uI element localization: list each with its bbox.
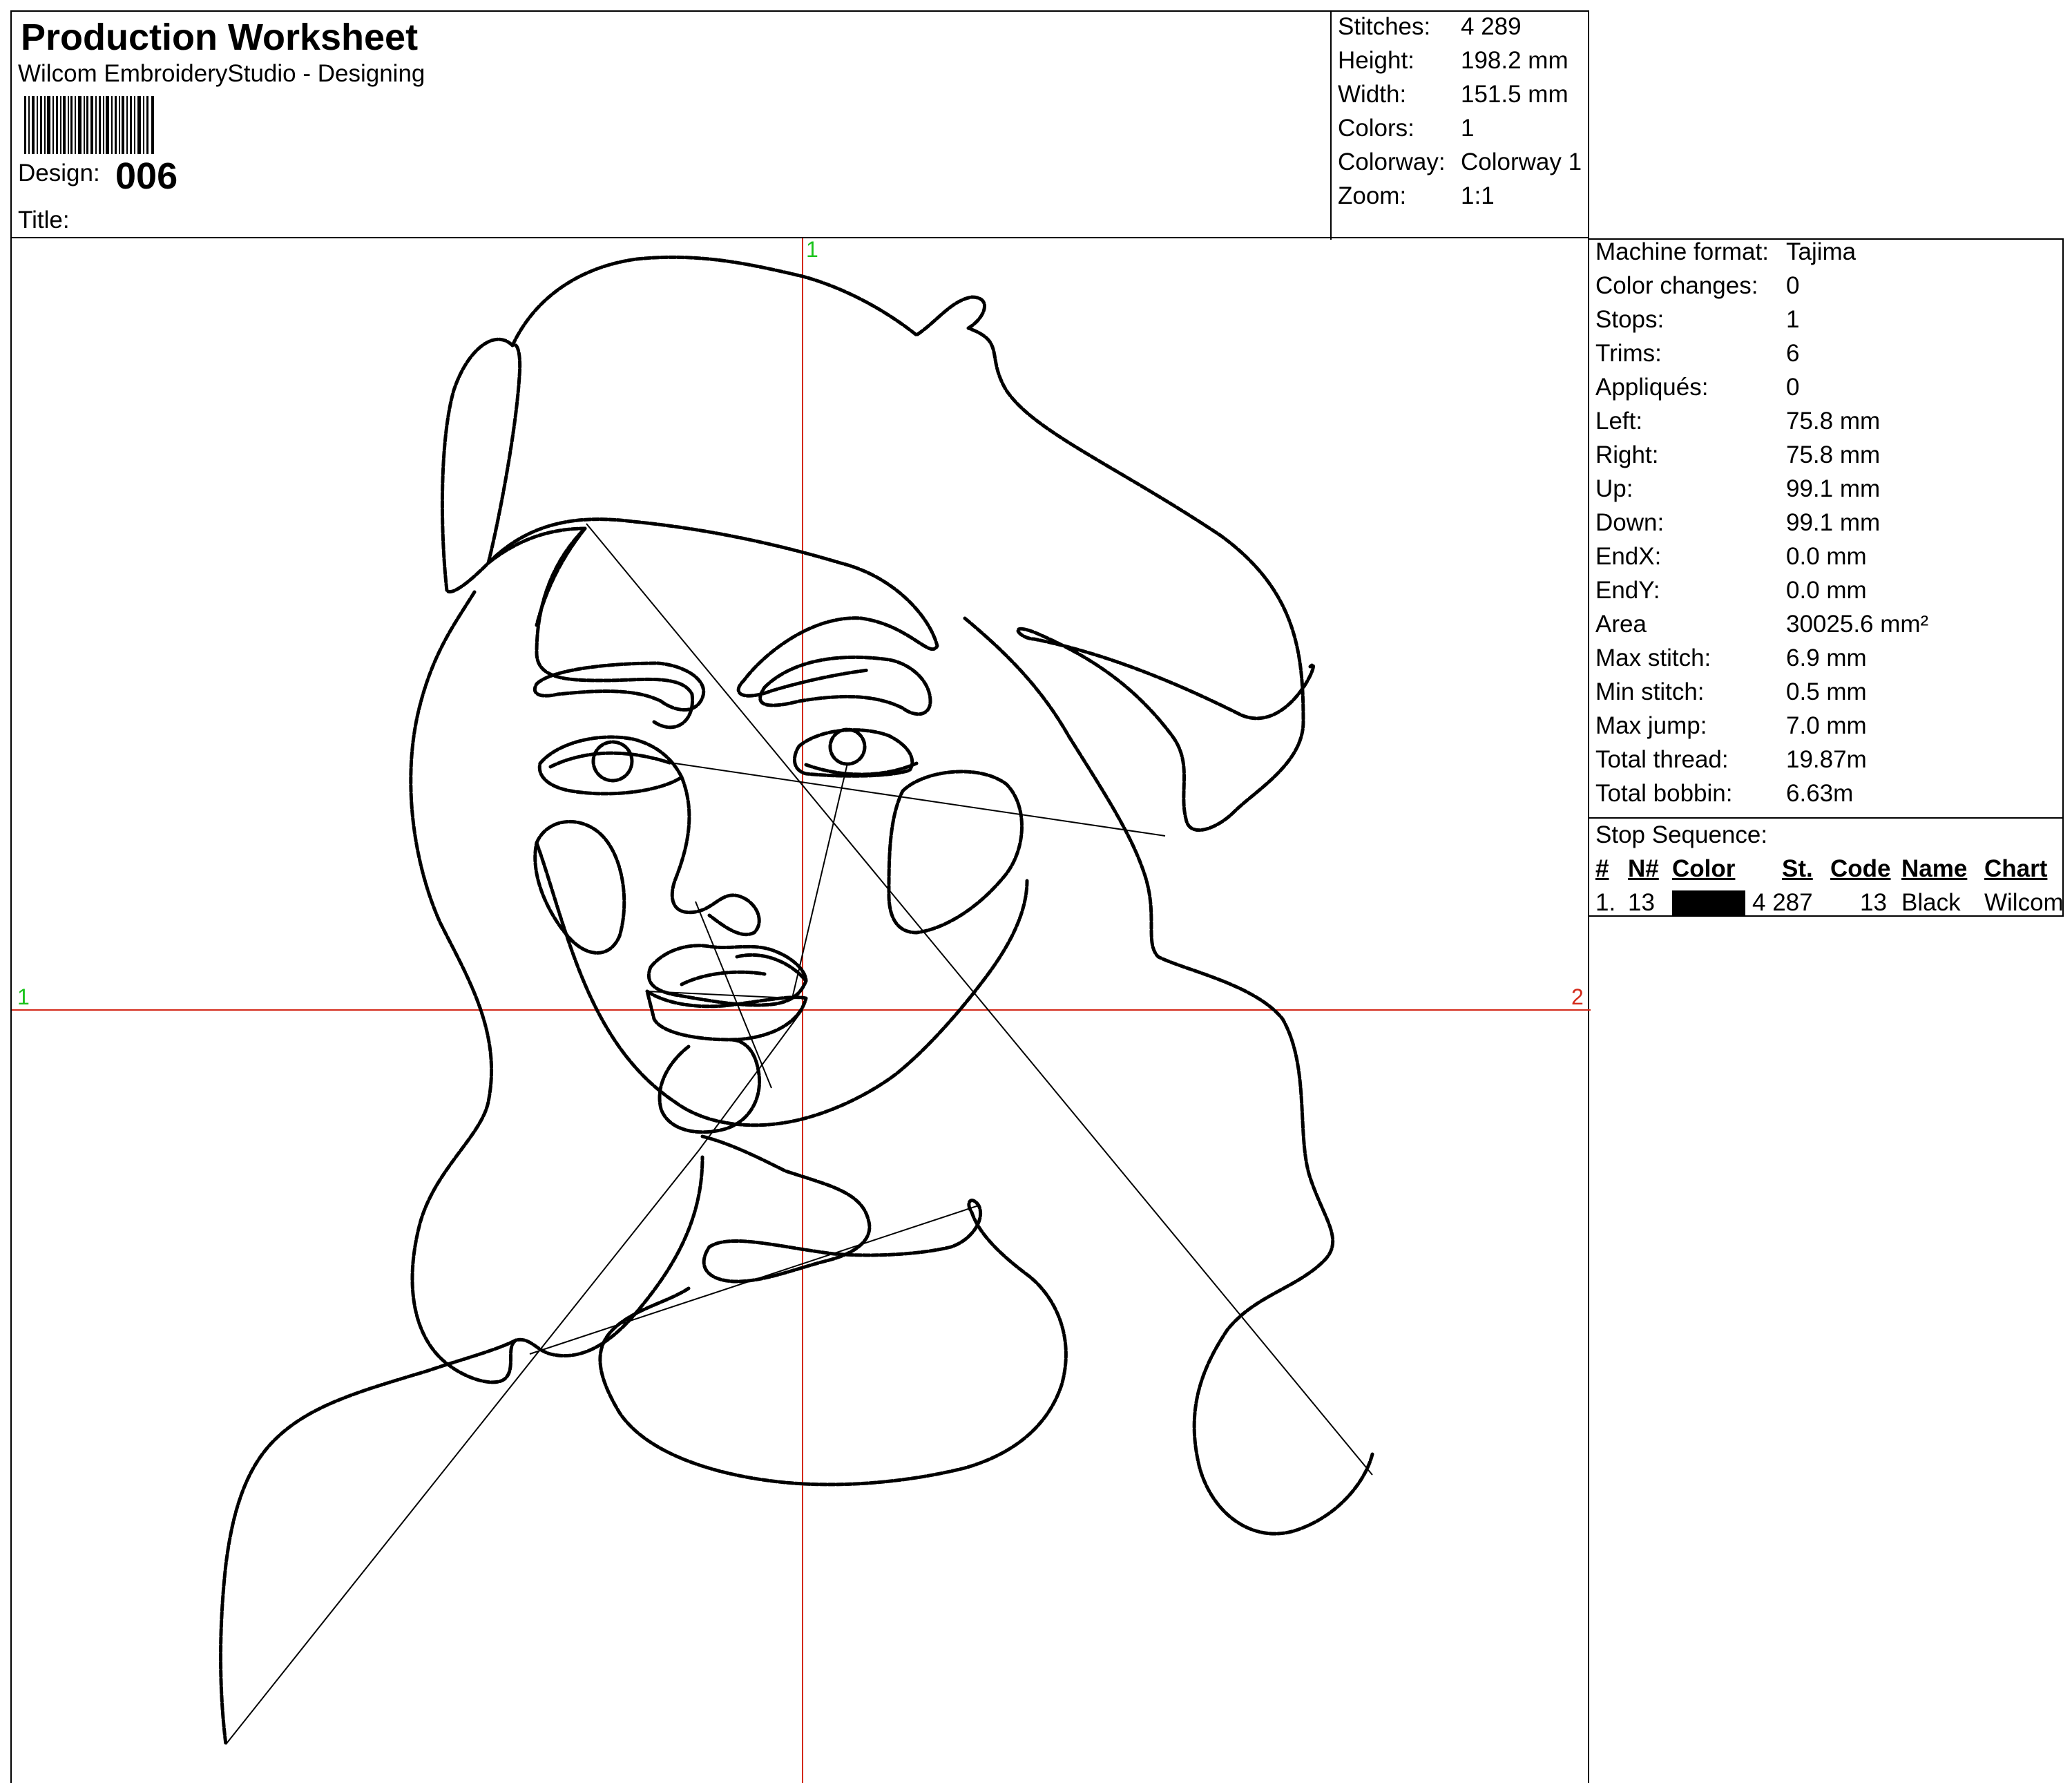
row-chart: Wilcom — [1984, 889, 2064, 916]
barcode-icon — [24, 96, 154, 154]
scarf-path — [598, 1134, 1068, 1487]
column-header: Chart — [1984, 855, 2048, 882]
machine-value: 0 — [1786, 374, 1800, 401]
machine-value: 19.87m — [1786, 746, 1867, 773]
axis-label-left: 1 — [17, 984, 30, 1009]
column-header: Name — [1901, 855, 1968, 882]
stat-value: 198.2 mm — [1461, 47, 1569, 74]
machine-label: Down: — [1595, 509, 1665, 536]
nose-path — [670, 775, 761, 937]
machine-label: Right: — [1595, 441, 1659, 468]
worksheet-header: Production Worksheet Wilcom EmbroiderySt… — [10, 10, 1589, 240]
left-eye-path — [537, 735, 684, 796]
machine-label: Stops: — [1595, 306, 1665, 333]
right-iris-path — [828, 727, 867, 766]
machine-value: 99.1 mm — [1786, 509, 1881, 536]
row-name: Black — [1901, 889, 1961, 916]
stitch-outline — [219, 255, 1374, 1746]
stat-value: 151.5 mm — [1461, 81, 1569, 108]
design-label: Design: — [18, 160, 100, 187]
machine-value: 6.9 mm — [1786, 645, 1867, 671]
machine-value: 0.0 mm — [1786, 543, 1867, 570]
axis-label-right: 2 — [1571, 984, 1584, 1009]
column-header: N# — [1628, 855, 1659, 882]
hair-top-path — [510, 255, 1315, 832]
lower-lip-path — [645, 989, 808, 1042]
embroidery-design — [12, 238, 1591, 1783]
stat-label: Colorway: — [1338, 149, 1446, 175]
stat-value: 1 — [1461, 115, 1475, 142]
stat-label: Height: — [1338, 47, 1414, 74]
stat-value: 4 289 — [1461, 13, 1522, 40]
machine-label: Left: — [1595, 408, 1643, 435]
design-number: 006 — [115, 155, 178, 197]
hair-left-loop-path — [440, 337, 522, 594]
machine-label: Area — [1595, 611, 1647, 638]
machine-value: 75.8 mm — [1786, 441, 1881, 468]
stat-label: Stitches: — [1338, 13, 1431, 40]
jaw-path — [535, 526, 1029, 1127]
left-cheek-path — [533, 819, 626, 955]
left-eyebrow-path — [533, 661, 706, 712]
software-name: Wilcom EmbroideryStudio - Designing — [18, 60, 425, 87]
machine-value: Tajima — [1786, 238, 1857, 265]
column-header: Code — [1830, 855, 1891, 882]
hair-left-long-path — [409, 590, 704, 1384]
machine-info-panel: Machine format: Tajima Color changes: 0 … — [1589, 238, 2064, 917]
jump-stitches — [225, 523, 1373, 1745]
machine-label: Trims: — [1595, 340, 1662, 367]
machine-value: 0 — [1786, 272, 1800, 299]
left-iris-path — [591, 740, 634, 783]
machine-label: Min stitch: — [1595, 678, 1705, 705]
row-stitches: 4 287 — [1752, 889, 1813, 916]
machine-label: Up: — [1595, 475, 1633, 502]
row-code: 13 — [1860, 889, 1887, 916]
machine-label: Total thread: — [1595, 746, 1729, 773]
machine-label: Max stitch: — [1595, 645, 1711, 671]
section-divider — [1589, 817, 2062, 819]
machine-label: Max jump: — [1595, 712, 1707, 739]
stat-value: 1:1 — [1461, 182, 1495, 209]
page-title: Production Worksheet — [21, 17, 419, 58]
column-header: # — [1595, 855, 1609, 882]
stat-label: Width: — [1338, 81, 1407, 108]
title-label: Title: — [18, 207, 70, 233]
machine-label: Total bobbin: — [1595, 780, 1733, 807]
machine-label: Appliqués: — [1595, 374, 1709, 401]
machine-value: 1 — [1786, 306, 1800, 333]
row-needle: 13 — [1628, 889, 1655, 916]
stat-label: Colors: — [1338, 115, 1414, 142]
machine-value: 30025.6 mm² — [1786, 611, 1929, 638]
machine-label: Color changes: — [1595, 272, 1758, 299]
hair-lower-left-path — [219, 1338, 518, 1746]
design-canvas[interactable]: 1 1 2 — [10, 237, 1591, 1783]
right-eye-path — [792, 728, 914, 778]
hair-right-long-path — [963, 616, 1374, 1536]
column-header: Color — [1672, 855, 1736, 882]
color-swatch — [1672, 890, 1745, 917]
row-index: 1. — [1595, 889, 1616, 916]
stat-value: Colorway 1 — [1461, 149, 1582, 175]
stop-sequence-title: Stop Sequence: — [1595, 821, 1768, 848]
machine-label: EndX: — [1595, 543, 1662, 570]
machine-value: 7.0 mm — [1786, 712, 1867, 739]
stat-label: Zoom: — [1338, 182, 1407, 209]
machine-value: 75.8 mm — [1786, 408, 1881, 435]
machine-value: 6 — [1786, 340, 1800, 367]
right-cheek-path — [887, 770, 1024, 935]
design-stats: Stitches: 4 289 Height: 198.2 mm Width: … — [1330, 10, 1600, 240]
machine-value: 6.63m — [1786, 780, 1854, 807]
machine-value: 0.5 mm — [1786, 678, 1867, 705]
axis-label-top: 1 — [806, 237, 818, 262]
machine-value: 0.0 mm — [1786, 577, 1867, 604]
column-header: St. — [1782, 855, 1813, 882]
machine-label: Machine format: — [1595, 238, 1769, 265]
machine-value: 99.1 mm — [1786, 475, 1881, 502]
machine-label: EndY: — [1595, 577, 1660, 604]
upper-lip-path — [647, 944, 808, 1007]
